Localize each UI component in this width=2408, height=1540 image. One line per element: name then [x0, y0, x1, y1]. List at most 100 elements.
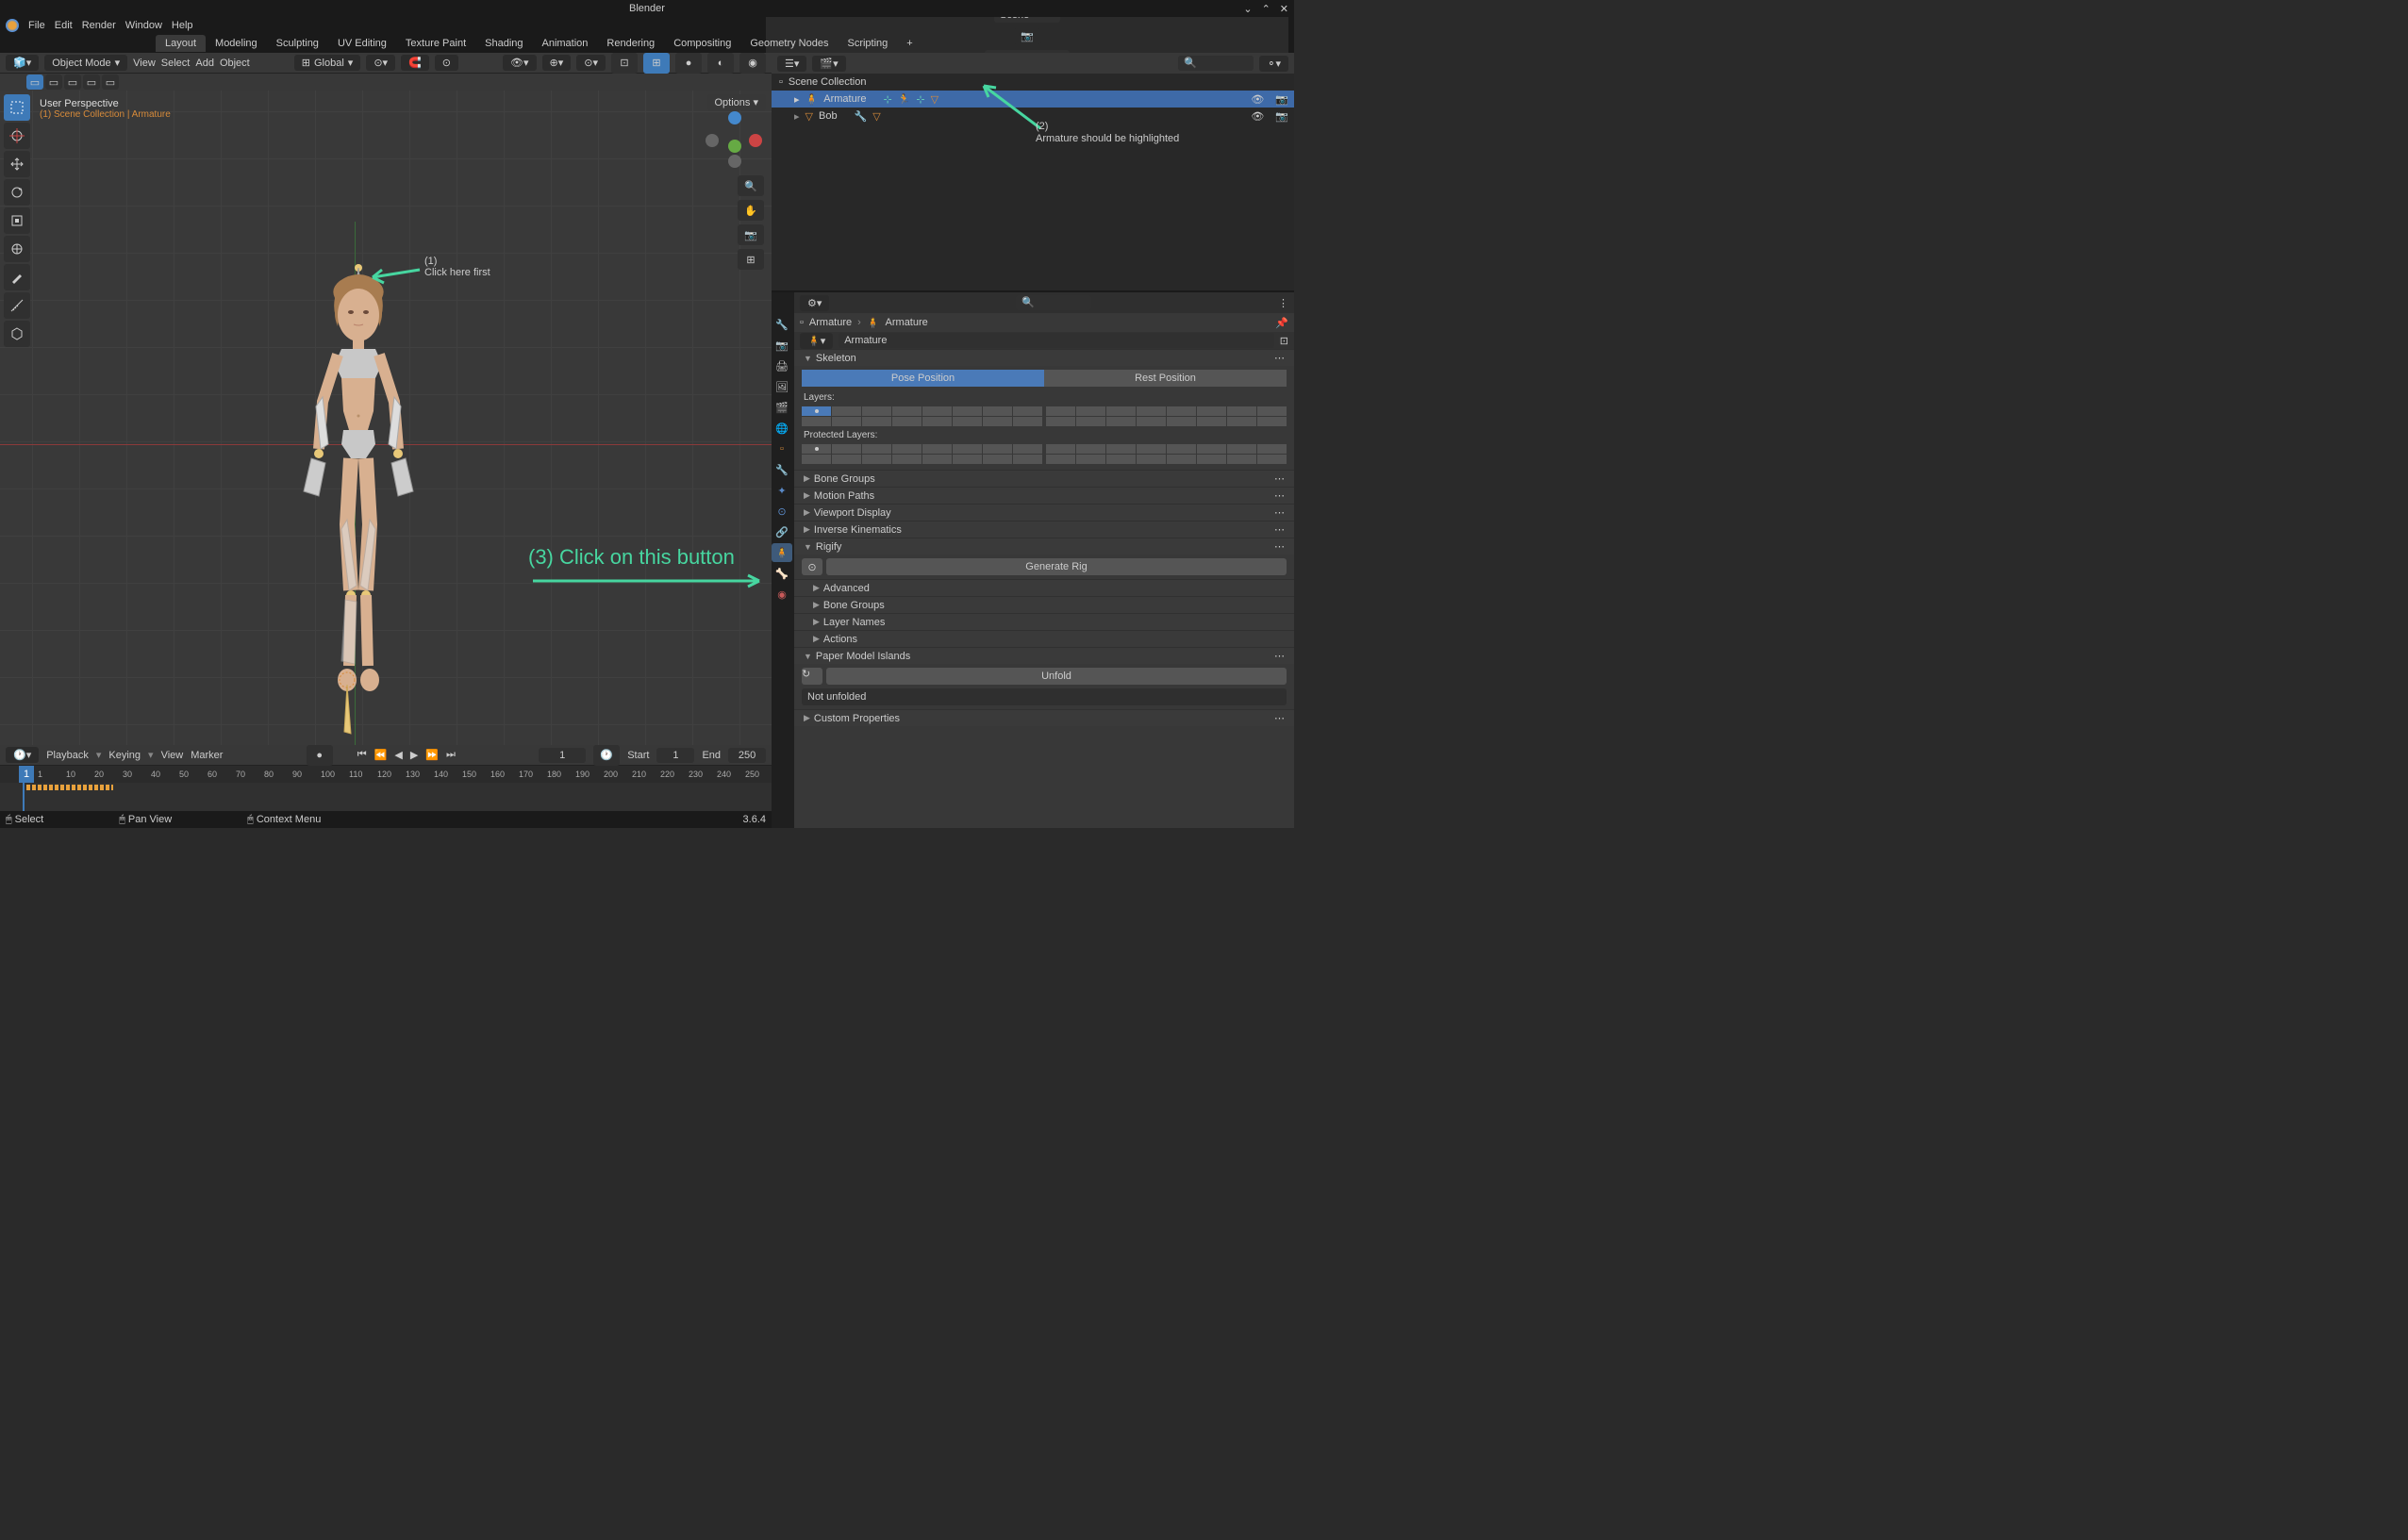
- gizmo-neg-z-icon[interactable]: [728, 155, 741, 168]
- panel-bone-groups[interactable]: ▶Bone Groups⋯: [794, 470, 1294, 487]
- tab-uv-editing[interactable]: UV Editing: [328, 35, 396, 52]
- rigify-actions[interactable]: ▶Actions: [794, 630, 1294, 647]
- gizmo-z-icon[interactable]: [728, 111, 741, 124]
- unfold-button[interactable]: Unfold: [826, 668, 1287, 685]
- tab-animation[interactable]: Animation: [533, 35, 598, 52]
- keyframes[interactable]: [26, 785, 113, 790]
- tool-measure[interactable]: [4, 292, 30, 319]
- rigify-layer-names[interactable]: ▶Layer Names: [794, 613, 1294, 630]
- armature-sub-icon[interactable]: ⊹: [916, 93, 924, 106]
- editor-type-dropdown[interactable]: 🧊▾: [6, 55, 39, 71]
- render-toggle[interactable]: 📷: [1275, 93, 1288, 106]
- proptab-material[interactable]: ◉: [772, 585, 792, 604]
- outliner-search[interactable]: [1178, 56, 1254, 71]
- proptab-scene[interactable]: 🎬: [772, 398, 792, 417]
- gizmo-neg-x-icon[interactable]: [706, 134, 719, 147]
- object-visibility-toggle[interactable]: 👁▾: [503, 55, 537, 71]
- rigify-advanced[interactable]: ▶Advanced: [794, 579, 1294, 596]
- snap-toggle[interactable]: 🧲: [401, 55, 429, 71]
- visibility-toggle[interactable]: 👁: [1251, 110, 1264, 123]
- timeline-ruler[interactable]: 1 11020304050607080901001101201301401501…: [0, 766, 772, 783]
- proptab-physics[interactable]: ⊙: [772, 502, 792, 521]
- character-model[interactable]: [264, 260, 453, 751]
- pin-icon[interactable]: 📌: [1275, 317, 1288, 329]
- pose-position-button[interactable]: Pose Position: [802, 370, 1044, 387]
- select-mode-1[interactable]: ▭: [26, 75, 43, 90]
- blender-logo-icon[interactable]: [6, 19, 19, 32]
- tool-cursor[interactable]: [4, 123, 30, 149]
- outliner-display-mode[interactable]: 🎬▾: [812, 56, 845, 72]
- panel-inverse-kinematics[interactable]: ▶Inverse Kinematics⋯: [794, 521, 1294, 538]
- minimize-icon[interactable]: ⌄: [1243, 3, 1252, 15]
- armature-name-input[interactable]: [839, 333, 1274, 348]
- proptab-tool[interactable]: 🔧: [772, 315, 792, 334]
- proptab-data-armature[interactable]: 🧍: [772, 543, 792, 562]
- maximize-icon[interactable]: ⌃: [1262, 3, 1270, 15]
- menu-file[interactable]: File: [28, 20, 45, 31]
- tab-rendering[interactable]: Rendering: [597, 35, 664, 52]
- select-mode-5[interactable]: ▭: [102, 75, 119, 90]
- orientation-dropdown[interactable]: ⊞ Global ▾: [294, 55, 361, 71]
- modifier-icon[interactable]: 🔧: [855, 110, 868, 123]
- shading-wireframe[interactable]: ⊞: [643, 53, 670, 74]
- tool-annotate[interactable]: [4, 264, 30, 290]
- current-frame-input[interactable]: [539, 748, 586, 763]
- start-frame-input[interactable]: [656, 748, 694, 763]
- render-toggle[interactable]: 📷: [1275, 110, 1288, 123]
- panel-motion-paths[interactable]: ▶Motion Paths⋯: [794, 487, 1294, 504]
- select-mode-4[interactable]: ▭: [83, 75, 100, 90]
- shading-solid[interactable]: ●: [675, 53, 702, 74]
- expand-icon[interactable]: ▸: [794, 110, 800, 123]
- timeline-menu-marker[interactable]: Marker: [191, 750, 223, 761]
- props-editor-dropdown[interactable]: ⚙▾: [800, 295, 829, 311]
- proptab-constraints[interactable]: 🔗: [772, 522, 792, 541]
- viewport-3d[interactable]: User Perspective (1) Scene Collection | …: [0, 91, 772, 745]
- perspective-toggle[interactable]: ⊞: [738, 249, 764, 270]
- rigify-target-icon[interactable]: ⊙: [802, 558, 822, 575]
- pivot-dropdown[interactable]: ⊙▾: [366, 55, 395, 71]
- menu-window[interactable]: Window: [125, 20, 162, 31]
- select-mode-3[interactable]: ▭: [64, 75, 81, 90]
- pan-button[interactable]: ✋: [738, 200, 764, 221]
- xray-toggle[interactable]: ⊡: [611, 53, 638, 74]
- pose-icon[interactable]: 🏃: [898, 93, 911, 106]
- props-search[interactable]: [1016, 295, 1091, 310]
- panel-rigify[interactable]: ▼Rigify⋯: [794, 538, 1294, 555]
- timeline-menu-playback[interactable]: Playback: [46, 750, 89, 761]
- camera-view-button[interactable]: 📷: [738, 224, 764, 245]
- timeline-menu-keying[interactable]: Keying: [108, 750, 141, 761]
- fake-user-toggle[interactable]: ⊡: [1280, 335, 1288, 347]
- proptab-output[interactable]: 🖨: [772, 356, 792, 375]
- proptab-object[interactable]: ▫: [772, 439, 792, 458]
- viewlayer-dropdown[interactable]: 📷: [1013, 28, 1041, 44]
- mesh-data-icon[interactable]: ▽: [872, 110, 880, 123]
- gizmo-y-icon[interactable]: [728, 140, 741, 153]
- visibility-toggle[interactable]: 👁: [1251, 93, 1264, 106]
- tool-transform[interactable]: [4, 236, 30, 262]
- tab-texture-paint[interactable]: Texture Paint: [396, 35, 475, 52]
- tab-layout[interactable]: Layout: [156, 35, 206, 52]
- shading-rendered[interactable]: ◉: [739, 53, 766, 74]
- tool-rotate[interactable]: [4, 179, 30, 206]
- playhead-marker[interactable]: 1: [19, 766, 34, 783]
- props-options-icon[interactable]: ⋮: [1278, 297, 1288, 309]
- expand-icon[interactable]: ▸: [794, 93, 800, 106]
- rest-position-button[interactable]: Rest Position: [1044, 370, 1287, 387]
- armature-layers[interactable]: [802, 406, 1287, 426]
- menu-render[interactable]: Render: [82, 20, 116, 31]
- select-mode-2[interactable]: ▭: [45, 75, 62, 90]
- panel-viewport-display[interactable]: ▶Viewport Display⋯: [794, 504, 1294, 521]
- proptab-particles[interactable]: ✦: [772, 481, 792, 500]
- proptab-modifier[interactable]: 🔧: [772, 460, 792, 479]
- tab-modeling[interactable]: Modeling: [206, 35, 267, 52]
- tab-shading[interactable]: Shading: [475, 35, 532, 52]
- menu-help[interactable]: Help: [172, 20, 193, 31]
- tool-move[interactable]: [4, 151, 30, 177]
- outliner-editor-dropdown[interactable]: ☰▾: [777, 56, 806, 72]
- mesh-icon[interactable]: ▽: [931, 93, 938, 106]
- menu-object[interactable]: Object: [220, 58, 250, 69]
- add-workspace-button[interactable]: +: [897, 35, 922, 52]
- tool-select-box[interactable]: [4, 94, 30, 121]
- protected-layers[interactable]: [802, 444, 1287, 464]
- menu-add[interactable]: Add: [195, 58, 214, 69]
